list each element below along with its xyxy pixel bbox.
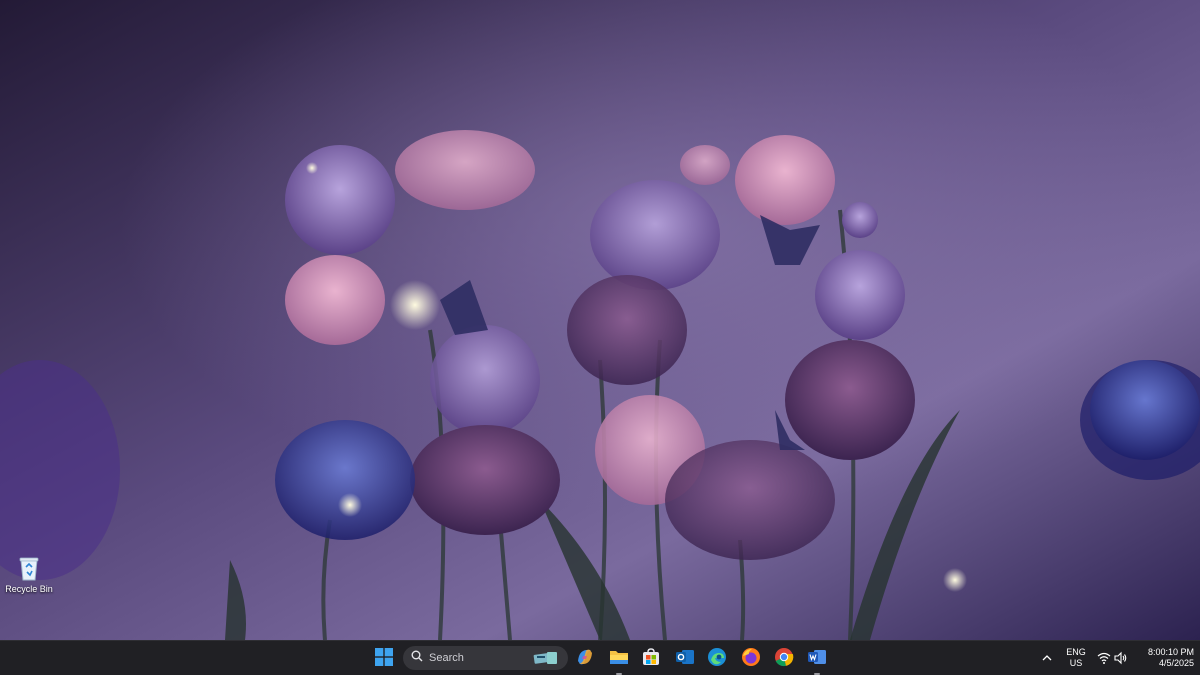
show-hidden-icons-chevron-icon[interactable]: [1040, 651, 1054, 665]
desktop-wallpaper: [0, 0, 1200, 640]
taskbar-outlook[interactable]: [671, 645, 699, 673]
clock-time: 8:00:10 PM: [1147, 647, 1194, 657]
clock[interactable]: 8:00:10 PM 4/5/2025: [1132, 647, 1194, 669]
chrome-icon: [774, 647, 794, 672]
taskbar-chrome[interactable]: [770, 645, 798, 673]
word-icon: [807, 648, 827, 671]
volume-icon[interactable]: [1114, 651, 1128, 670]
search-icon: [411, 649, 423, 667]
taskbar-file-explorer[interactable]: [605, 645, 633, 675]
taskbar-firefox[interactable]: [737, 645, 765, 673]
store-icon: [642, 647, 660, 671]
taskbar-word[interactable]: [803, 645, 831, 675]
desktop-icon-label: Recycle Bin: [5, 584, 53, 594]
search-placeholder: Search: [429, 652, 464, 664]
search-highlight-icon: [532, 649, 560, 667]
recycle-bin-icon: [18, 555, 40, 581]
outlook-icon: [675, 648, 695, 671]
start-button[interactable]: [370, 645, 398, 673]
clock-date: 4/5/2025: [1158, 658, 1194, 668]
search-input[interactable]: Search: [403, 646, 568, 670]
wifi-icon[interactable]: [1097, 651, 1111, 670]
keyboard-layout: US: [1069, 658, 1083, 668]
taskbar: Search ENG US 8:00:10 PM 4/5/2025: [0, 640, 1200, 675]
taskbar-microsoft-store[interactable]: [637, 645, 665, 673]
language-code: ENG: [1066, 647, 1086, 657]
language-indicator[interactable]: ENG US: [1062, 647, 1090, 669]
taskbar-edge[interactable]: [703, 645, 731, 673]
copilot-icon: [575, 647, 595, 672]
edge-icon: [707, 647, 727, 672]
desktop-icon-recycle-bin[interactable]: Recycle Bin: [4, 555, 54, 601]
folder-icon: [609, 648, 629, 671]
taskbar-copilot[interactable]: [571, 645, 599, 673]
windows-logo-icon: [375, 647, 393, 671]
firefox-icon: [741, 647, 761, 672]
